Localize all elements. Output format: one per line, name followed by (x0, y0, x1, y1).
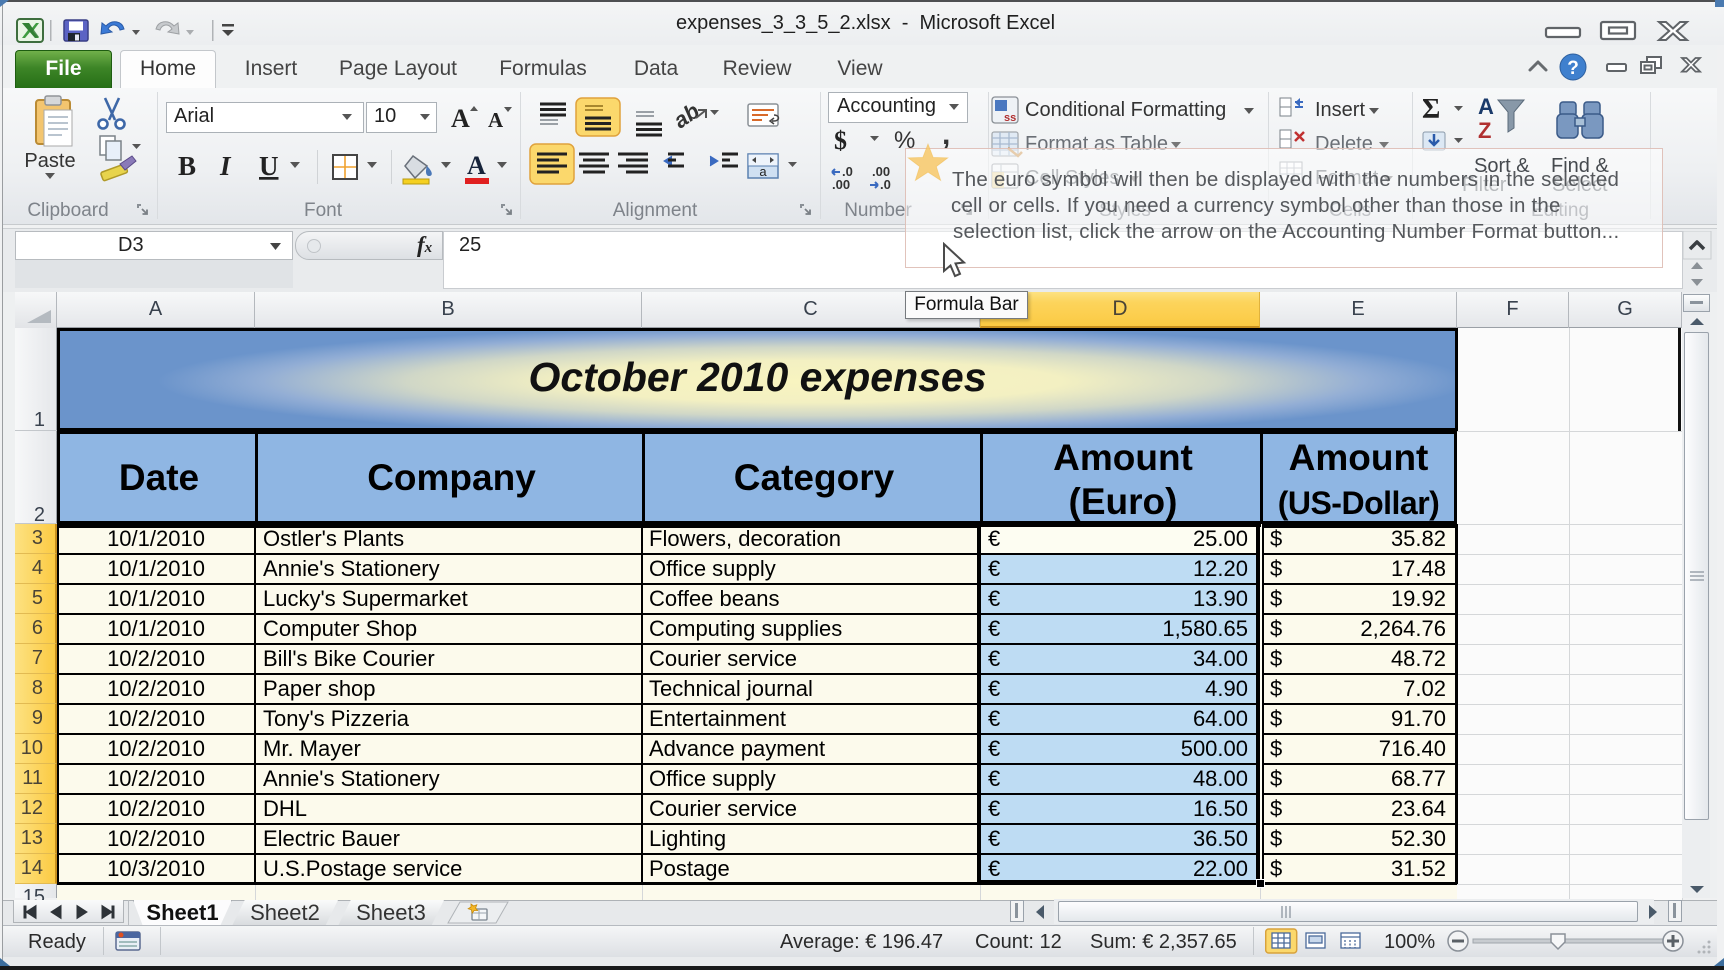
svg-text:?: ? (1567, 58, 1579, 79)
svg-text:.00: .00 (832, 177, 850, 192)
svg-text:a: a (759, 164, 767, 179)
svg-text:U: U (259, 151, 279, 181)
svg-text:ss: ss (1004, 112, 1016, 124)
svg-text:.0: .0 (880, 177, 891, 192)
svg-text:A: A (467, 151, 486, 180)
svg-text:Z: Z (1478, 118, 1491, 143)
svg-text:B: B (178, 151, 196, 181)
svg-text:A: A (1478, 94, 1494, 119)
svg-text:Σ: Σ (1422, 94, 1440, 125)
svg-text:$: $ (834, 126, 847, 155)
svg-text:A: A (451, 104, 470, 133)
svg-text:I: I (219, 151, 232, 181)
svg-text:A: A (488, 108, 504, 132)
